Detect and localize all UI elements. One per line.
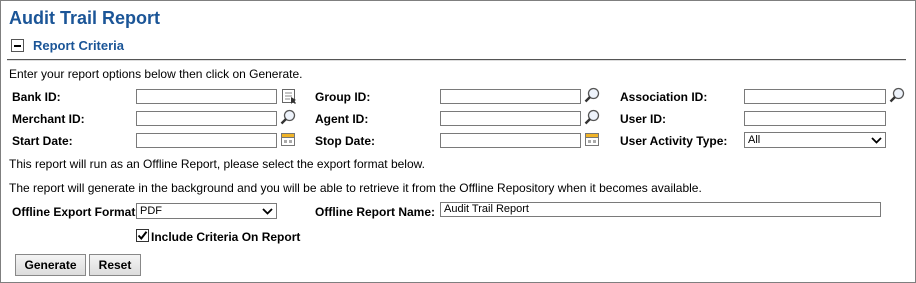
calendar-icon[interactable] (280, 131, 296, 147)
agent-id-label: Agent ID: (315, 112, 369, 126)
magnifier-icon[interactable] (584, 109, 600, 125)
user-activity-type-value: All (748, 134, 761, 146)
chevron-down-icon (262, 208, 273, 215)
magnifier-icon[interactable] (584, 87, 600, 103)
user-activity-type-select[interactable]: All (744, 132, 886, 148)
user-id-input[interactable] (744, 111, 886, 126)
offline-export-format-select[interactable]: PDF (136, 203, 277, 219)
offline-report-name-input[interactable]: Audit Trail Report (440, 202, 881, 217)
offline-export-format-label: Offline Export Format: (12, 205, 140, 219)
association-id-label: Association ID: (620, 90, 708, 104)
section-title: Report Criteria (33, 38, 125, 53)
start-date-input[interactable] (136, 133, 277, 148)
stop-date-input[interactable] (440, 133, 581, 148)
calendar-icon[interactable] (584, 131, 600, 147)
user-id-label: User ID: (620, 112, 667, 126)
magnifier-icon[interactable] (280, 109, 296, 125)
stop-date-label: Stop Date: (315, 134, 375, 148)
agent-id-input[interactable] (440, 111, 581, 126)
reset-button[interactable]: Reset (89, 254, 141, 276)
group-id-label: Group ID: (315, 90, 371, 104)
include-criteria-label: Include Criteria On Report (151, 230, 301, 244)
group-id-input[interactable] (440, 89, 581, 104)
offline-note-text: This report will run as an Offline Repor… (9, 157, 425, 171)
chevron-down-icon (871, 137, 882, 144)
section-divider-shadow (7, 60, 906, 61)
bank-id-label: Bank ID: (12, 90, 61, 104)
instructions-text: Enter your report options below then cli… (9, 67, 303, 81)
offline-report-name-label: Offline Report Name: (315, 205, 436, 219)
bank-id-input[interactable] (136, 89, 277, 104)
collapse-icon[interactable] (11, 39, 24, 52)
checkmark-icon (137, 231, 148, 241)
include-criteria-checkbox[interactable] (136, 229, 149, 242)
page-title: Audit Trail Report (9, 8, 161, 28)
generate-button[interactable]: Generate (15, 254, 86, 276)
list-picker-icon[interactable] (281, 88, 297, 104)
merchant-id-label: Merchant ID: (12, 112, 85, 126)
start-date-label: Start Date: (12, 134, 73, 148)
magnifier-icon[interactable] (889, 87, 905, 103)
background-note-text: The report will generate in the backgrou… (9, 181, 702, 195)
user-activity-type-label: User Activity Type: (620, 134, 728, 148)
merchant-id-input[interactable] (136, 111, 277, 126)
offline-export-format-value: PDF (140, 205, 162, 217)
association-id-input[interactable] (744, 89, 886, 104)
